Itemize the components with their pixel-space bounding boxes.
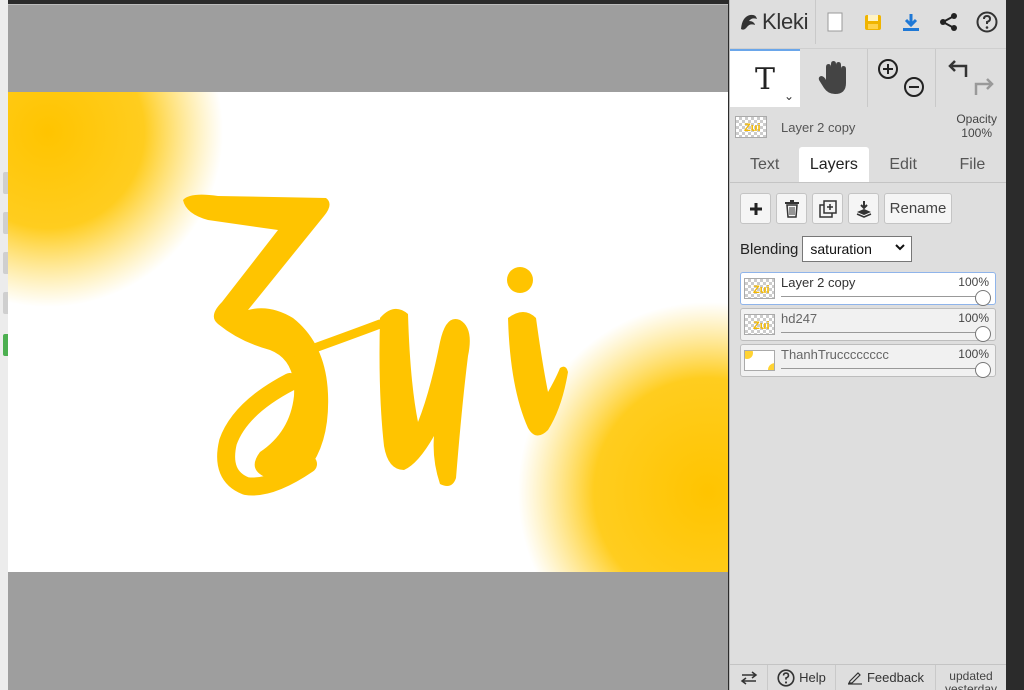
chevron-down-icon[interactable]: ⌄ bbox=[784, 89, 794, 103]
duplicate-icon bbox=[818, 199, 837, 218]
layer-opacity-slider[interactable] bbox=[781, 332, 983, 333]
artboard[interactable] bbox=[8, 92, 728, 572]
zoom-out-icon[interactable] bbox=[902, 75, 928, 101]
layer-name: ThanhTrucccccccc bbox=[781, 347, 889, 362]
help-button[interactable] bbox=[968, 0, 1006, 44]
redo-icon[interactable] bbox=[972, 75, 996, 99]
feedback-link[interactable]: Feedback bbox=[836, 665, 936, 690]
layer-item[interactable]: ThanhTrucccccccc 100% bbox=[740, 344, 996, 378]
layer-list: Zui Layer 2 copy 100% Zui hd247 100% Tha… bbox=[740, 272, 996, 380]
layer-name: Layer 2 copy bbox=[781, 275, 856, 290]
merge-down-icon bbox=[856, 200, 871, 218]
tab-file[interactable]: File bbox=[938, 147, 1007, 182]
layer-thumbnail: Zui bbox=[744, 278, 775, 299]
kleki-logo[interactable]: Kleki bbox=[730, 0, 816, 44]
tab-layers[interactable]: Layers bbox=[799, 147, 869, 182]
blending-select[interactable]: saturation bbox=[802, 236, 913, 262]
glow-bottom-right bbox=[518, 302, 728, 572]
zui-lettering bbox=[183, 194, 568, 496]
text-tool-button[interactable]: T ⌄ bbox=[730, 49, 800, 107]
window-edge bbox=[1006, 0, 1024, 690]
duplicate-layer-button[interactable] bbox=[812, 193, 843, 224]
share-icon bbox=[940, 13, 957, 31]
trash-icon bbox=[784, 199, 799, 218]
layer-thumbnail bbox=[744, 350, 775, 371]
thumbnail-art: Zui bbox=[753, 284, 770, 296]
layer-name: hd247 bbox=[781, 311, 818, 326]
blending-row: Blending saturation bbox=[740, 236, 913, 262]
canvas-area[interactable] bbox=[8, 4, 728, 690]
swap-arrows-icon bbox=[740, 670, 757, 685]
artwork bbox=[8, 92, 728, 572]
kleki-logo-icon bbox=[741, 14, 757, 30]
new-image-button[interactable] bbox=[816, 0, 854, 44]
feedback-pencil-icon bbox=[847, 671, 862, 685]
panel-footer: Help Feedback updated yesterday bbox=[730, 664, 1007, 690]
zoom-in-icon[interactable] bbox=[876, 57, 902, 83]
left-edge-strip bbox=[0, 0, 8, 690]
layer-actions: Rename bbox=[740, 193, 952, 224]
help-circle-icon bbox=[777, 668, 795, 687]
updated-status[interactable]: updated yesterday bbox=[936, 665, 1006, 690]
layer-opacity-value: 100% bbox=[958, 275, 989, 289]
opacity-value: 100% bbox=[961, 126, 992, 140]
help-link[interactable]: Help bbox=[768, 665, 836, 690]
current-layer-name: Layer 2 copy bbox=[781, 119, 856, 135]
new-file-icon bbox=[827, 12, 843, 32]
app-name: Kleki bbox=[762, 9, 809, 34]
right-panel: Kleki T ⌄ Zui Layer 2 copy Opacity 100% … bbox=[729, 0, 1007, 690]
share-button[interactable] bbox=[930, 0, 968, 44]
blending-value: saturation bbox=[810, 241, 872, 257]
rename-layer-button[interactable]: Rename bbox=[884, 193, 952, 224]
delete-layer-button[interactable] bbox=[776, 193, 807, 224]
tool-row: T ⌄ bbox=[730, 48, 1007, 107]
tab-edit[interactable]: Edit bbox=[869, 147, 938, 182]
download-button[interactable] bbox=[892, 0, 930, 44]
feedback-label: Feedback bbox=[866, 670, 925, 685]
thumbnail-art: Zui bbox=[753, 320, 770, 332]
thumbnail-art: Zui bbox=[744, 122, 761, 134]
help-circle-icon bbox=[976, 11, 998, 33]
layer-opacity-handle[interactable] bbox=[975, 326, 991, 342]
layer-item[interactable]: Zui hd247 100% bbox=[740, 308, 996, 342]
background-thumbnail-art bbox=[745, 351, 774, 370]
blending-label: Blending bbox=[740, 240, 799, 258]
merge-layer-button[interactable] bbox=[848, 193, 879, 224]
layer-opacity-slider[interactable] bbox=[781, 296, 983, 297]
hand-tool-button[interactable] bbox=[800, 49, 868, 107]
add-layer-button[interactable] bbox=[740, 193, 771, 224]
tab-text[interactable]: Text bbox=[730, 147, 799, 182]
save-icon bbox=[865, 15, 881, 30]
layer-item[interactable]: Zui Layer 2 copy 100% bbox=[740, 272, 996, 306]
save-button[interactable] bbox=[854, 0, 892, 44]
layer-opacity-handle[interactable] bbox=[975, 290, 991, 306]
current-layer-info: Zui Layer 2 copy Opacity 100% bbox=[730, 110, 1007, 144]
undo-icon[interactable] bbox=[946, 57, 970, 81]
layer-opacity-value: 100% bbox=[958, 311, 989, 325]
swap-side-button[interactable] bbox=[730, 665, 768, 690]
layer-opacity-value: 100% bbox=[958, 347, 989, 361]
layer-opacity-slider[interactable] bbox=[781, 368, 983, 369]
opacity-label: Opacity bbox=[956, 112, 997, 126]
panel-tabs: Text Layers Edit File bbox=[730, 147, 1007, 183]
download-icon bbox=[903, 14, 919, 31]
current-layer-thumbnail: Zui bbox=[735, 116, 767, 138]
help-label: Help bbox=[799, 670, 826, 685]
layer-thumbnail: Zui bbox=[744, 314, 775, 335]
plus-icon bbox=[749, 202, 762, 215]
chevron-down-icon bbox=[895, 244, 906, 251]
text-tool-icon: T bbox=[754, 61, 775, 97]
undo-redo-controls bbox=[936, 49, 1006, 107]
zoom-controls bbox=[868, 49, 936, 107]
current-layer-opacity: Opacity 100% bbox=[956, 112, 997, 140]
hand-icon bbox=[818, 61, 846, 94]
layer-opacity-handle[interactable] bbox=[975, 362, 991, 378]
top-bar: Kleki bbox=[730, 0, 1007, 44]
